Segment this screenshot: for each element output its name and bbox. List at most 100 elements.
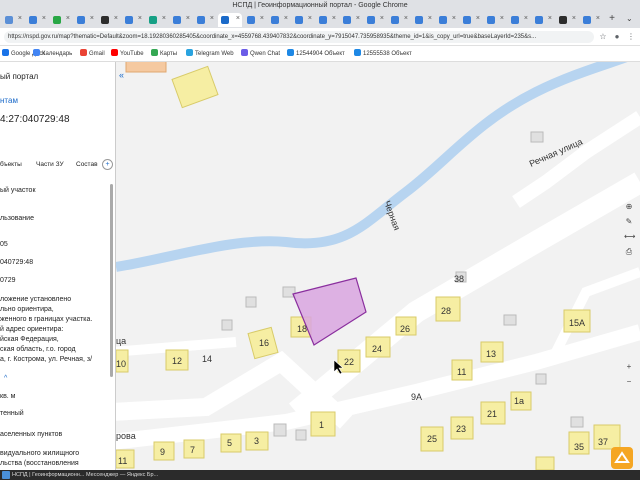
tab-favicon-icon bbox=[487, 16, 495, 24]
browser-tab[interactable]: × bbox=[292, 13, 314, 27]
bookmark-telegram[interactable]: Telegram Web bbox=[186, 49, 234, 59]
profile-icon[interactable]: ● bbox=[612, 32, 622, 42]
close-tab-icon[interactable]: × bbox=[380, 15, 384, 23]
outbuilding bbox=[570, 416, 584, 428]
bookmark-youtube[interactable]: YouTube bbox=[111, 49, 144, 59]
taskbar-item-messenger[interactable]: Мессенджер — Яндекс Бр... bbox=[86, 471, 158, 479]
building-number: 9А bbox=[411, 392, 422, 402]
browser-tab[interactable]: × bbox=[98, 13, 120, 27]
collapse-sidebar-icon[interactable]: « bbox=[119, 70, 124, 80]
browser-tab[interactable]: × bbox=[2, 13, 24, 27]
close-tab-icon[interactable]: × bbox=[476, 15, 480, 23]
url-input[interactable]: https://nspd.gov.ru/map?thematic=Default… bbox=[4, 31, 594, 43]
close-tab-icon[interactable]: × bbox=[332, 15, 336, 23]
close-tab-icon[interactable]: × bbox=[66, 15, 70, 23]
tab-favicon-icon bbox=[77, 16, 85, 24]
browser-tab[interactable]: × bbox=[146, 13, 168, 27]
close-tab-icon[interactable]: × bbox=[572, 15, 576, 23]
close-tab-icon[interactable]: × bbox=[260, 15, 264, 23]
outbuilding bbox=[535, 373, 547, 385]
browser-tab[interactable]: × bbox=[50, 13, 72, 27]
close-tab-icon[interactable]: × bbox=[452, 15, 456, 23]
close-tab-icon[interactable]: × bbox=[42, 15, 46, 23]
browser-tab[interactable]: × bbox=[556, 13, 578, 27]
tab-objects[interactable]: бъекты bbox=[0, 161, 22, 168]
close-tab-icon[interactable]: × bbox=[210, 15, 214, 23]
tab-composition[interactable]: Состав bbox=[76, 161, 98, 168]
browser-tab[interactable]: × bbox=[316, 13, 338, 27]
print-icon[interactable]: ⎙ bbox=[624, 247, 634, 257]
browser-tab[interactable]: × bbox=[508, 13, 530, 27]
close-tab-icon[interactable]: × bbox=[524, 15, 528, 23]
close-tab-icon[interactable]: × bbox=[548, 15, 552, 23]
address-line: женного в границах участка. bbox=[0, 316, 93, 323]
building-number: 23 bbox=[456, 424, 466, 434]
new-tab-button[interactable]: + bbox=[606, 13, 618, 25]
close-tab-icon[interactable]: × bbox=[356, 15, 360, 23]
tab-favicon-icon bbox=[197, 16, 205, 24]
star-icon[interactable]: ☆ bbox=[598, 32, 608, 42]
browser-tab[interactable]: × bbox=[122, 13, 144, 27]
outbuilding bbox=[530, 131, 544, 143]
taskbar-item-browser[interactable]: НСПД | Геоинформационн... bbox=[12, 471, 84, 479]
close-tab-icon[interactable]: × bbox=[308, 15, 312, 23]
bookmark-maps[interactable]: Карты bbox=[151, 49, 177, 59]
bookmark-calendar[interactable]: Календарь bbox=[33, 49, 72, 59]
browser-tab[interactable]: × bbox=[580, 13, 602, 27]
chevron-up-icon[interactable]: ^ bbox=[4, 375, 7, 382]
browser-tab[interactable]: × bbox=[26, 13, 48, 27]
bookmark-gmail[interactable]: Gmail bbox=[80, 49, 105, 59]
browser-tab[interactable]: × bbox=[170, 13, 192, 27]
browser-tab[interactable]: × bbox=[74, 13, 96, 27]
outbuilding bbox=[273, 423, 287, 437]
close-tab-icon[interactable]: × bbox=[138, 15, 142, 23]
close-tab-icon[interactable]: × bbox=[186, 15, 190, 23]
browser-tab[interactable]: × bbox=[532, 13, 554, 27]
map-canvas[interactable]: Речная улица Черная ца рова 38 28 15А 16… bbox=[116, 62, 640, 470]
browser-tab[interactable]: × bbox=[388, 13, 410, 27]
field-status: тенный bbox=[0, 410, 24, 417]
close-tab-icon[interactable]: × bbox=[90, 15, 94, 23]
panel-tabs: бъекты Части ЗУ Состав + bbox=[0, 158, 115, 172]
building-number: 25 bbox=[427, 434, 437, 444]
browser-tab[interactable]: × bbox=[436, 13, 458, 27]
browser-tab[interactable]: × bbox=[340, 13, 362, 27]
add-tab-button[interactable]: + bbox=[102, 159, 113, 170]
portal-title: ый портал bbox=[0, 72, 39, 81]
start-menu-icon[interactable] bbox=[2, 471, 10, 479]
ruler-icon[interactable]: ✎ bbox=[624, 217, 634, 227]
bookmark-object-1[interactable]: 12544904 Объект bbox=[287, 49, 345, 59]
browser-tab[interactable]: × bbox=[364, 13, 386, 27]
tab-parts[interactable]: Части ЗУ bbox=[36, 161, 64, 168]
bookmark-qwen[interactable]: Qwen Chat bbox=[241, 49, 280, 59]
menu-icon[interactable]: ⋮ bbox=[626, 32, 636, 42]
browser-tab[interactable]: × bbox=[412, 13, 434, 27]
zoom-out-icon[interactable]: − bbox=[624, 377, 634, 387]
layers-icon[interactable]: ⊕ bbox=[624, 202, 634, 212]
close-tab-icon[interactable]: × bbox=[500, 15, 504, 23]
measure-icon[interactable]: ⟷ bbox=[624, 232, 635, 242]
browser-tab[interactable]: × bbox=[460, 13, 482, 27]
close-tab-icon[interactable]: × bbox=[284, 15, 288, 23]
bookmark-object-2[interactable]: 12555538 Объект bbox=[354, 49, 412, 59]
tab-favicon-icon bbox=[583, 16, 591, 24]
close-tab-icon[interactable]: × bbox=[428, 15, 432, 23]
close-tab-icon[interactable]: × bbox=[596, 15, 600, 23]
close-tab-icon[interactable]: × bbox=[114, 15, 118, 23]
close-tab-icon[interactable]: × bbox=[18, 15, 22, 23]
portal-logo-icon bbox=[611, 447, 633, 469]
close-tab-icon[interactable]: × bbox=[404, 15, 408, 23]
browser-tab[interactable]: × bbox=[194, 13, 216, 27]
tab-search-icon[interactable]: ⌄ bbox=[626, 14, 636, 24]
close-tab-icon[interactable]: × bbox=[236, 15, 240, 23]
map-svg[interactable]: Речная улица Черная ца рова 38 28 15А 16… bbox=[116, 62, 640, 470]
close-tab-icon[interactable]: × bbox=[162, 15, 166, 23]
browser-tab-active[interactable]: × bbox=[218, 13, 242, 27]
browser-tab[interactable]: × bbox=[268, 13, 290, 27]
tab-favicon-icon bbox=[511, 16, 519, 24]
browser-tab[interactable]: × bbox=[484, 13, 506, 27]
browser-tab[interactable]: × bbox=[244, 13, 266, 27]
documents-link[interactable]: нтам bbox=[0, 96, 18, 105]
zoom-in-icon[interactable]: + bbox=[624, 362, 634, 372]
building-number: 22 bbox=[344, 357, 354, 367]
